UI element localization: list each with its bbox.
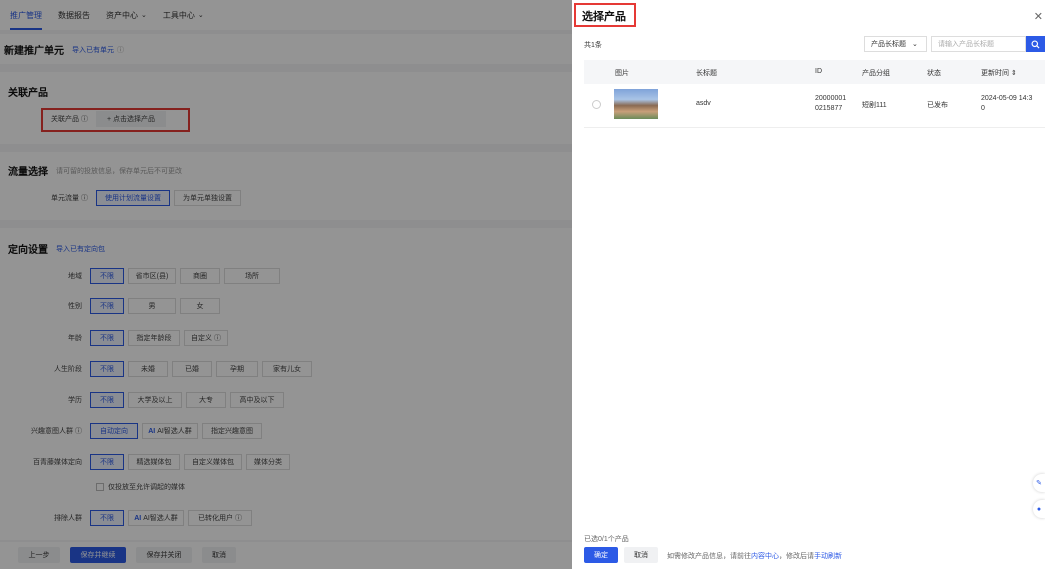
- modal-overlay[interactable]: [0, 0, 572, 569]
- close-icon[interactable]: ✕: [1034, 10, 1043, 23]
- search-button[interactable]: [1026, 36, 1045, 52]
- filter-select-value: 产品长标题: [871, 41, 906, 48]
- confirm-button[interactable]: 确定: [584, 547, 618, 563]
- cell-title: asdv: [696, 100, 711, 107]
- column-header: 状态: [927, 70, 941, 77]
- cell-updated: 0: [981, 105, 985, 112]
- column-header: 图片: [615, 70, 629, 77]
- column-header: 长标题: [696, 70, 717, 77]
- highlight-box-title: [574, 3, 636, 27]
- column-header: 产品分组: [862, 70, 890, 77]
- product-thumbnail: [614, 89, 658, 119]
- edit-hint: 如需修改产品信息，请前往内容中心，修改后请手动刷新: [667, 551, 842, 561]
- cell-id: 20000001: [815, 95, 847, 102]
- floating-edit-button[interactable]: ✎: [1033, 474, 1045, 492]
- column-header: ID: [815, 68, 822, 75]
- floating-help-button[interactable]: ●: [1033, 500, 1045, 518]
- search-input[interactable]: 请输入产品长标题: [931, 36, 1026, 52]
- manual-refresh-link[interactable]: 手动刷新: [814, 553, 842, 560]
- selected-count: 已选0/1个产品: [584, 536, 629, 543]
- hint-text: 如需修改产品信息，请前往: [667, 553, 751, 560]
- search-icon: [1031, 39, 1040, 49]
- cell-id: 0215877: [815, 105, 843, 112]
- background-form-page: 推广管理 数据报告 资产中心 ⌄ 工具中心 ⌄ 新建推广单元 导入已有单元 ⓘ 关联…: [0, 0, 572, 569]
- table-row[interactable]: asdv 20000001 0215877 短剧111 已发布 2024-05-…: [584, 84, 1045, 128]
- edit-icon: ✎: [1036, 480, 1042, 487]
- help-icon: ●: [1036, 505, 1042, 513]
- content-center-link[interactable]: 内容中心: [751, 553, 779, 560]
- filter-field-select[interactable]: 产品长标题 ⌄: [864, 36, 927, 52]
- result-count: 共1条: [584, 42, 602, 49]
- cell-updated: 2024-05-09 14:3: [981, 95, 1033, 102]
- hint-text: ，修改后请: [779, 553, 814, 560]
- cell-status: 已发布: [927, 102, 948, 109]
- drawer-cancel-button[interactable]: 取消: [624, 547, 658, 563]
- column-header-sortable[interactable]: 更新时间 ⇕: [981, 68, 1017, 78]
- row-radio[interactable]: [592, 100, 601, 109]
- chevron-down-icon: ⌄: [912, 41, 918, 48]
- select-product-drawer: 选择产品 ✕ 共1条 产品长标题 ⌄ 请输入产品长标题 图片 长标题 ID 产品…: [572, 0, 1045, 569]
- cell-group: 短剧111: [862, 102, 887, 109]
- table-header: 图片 长标题 ID 产品分组 状态 更新时间 ⇕: [584, 60, 1045, 84]
